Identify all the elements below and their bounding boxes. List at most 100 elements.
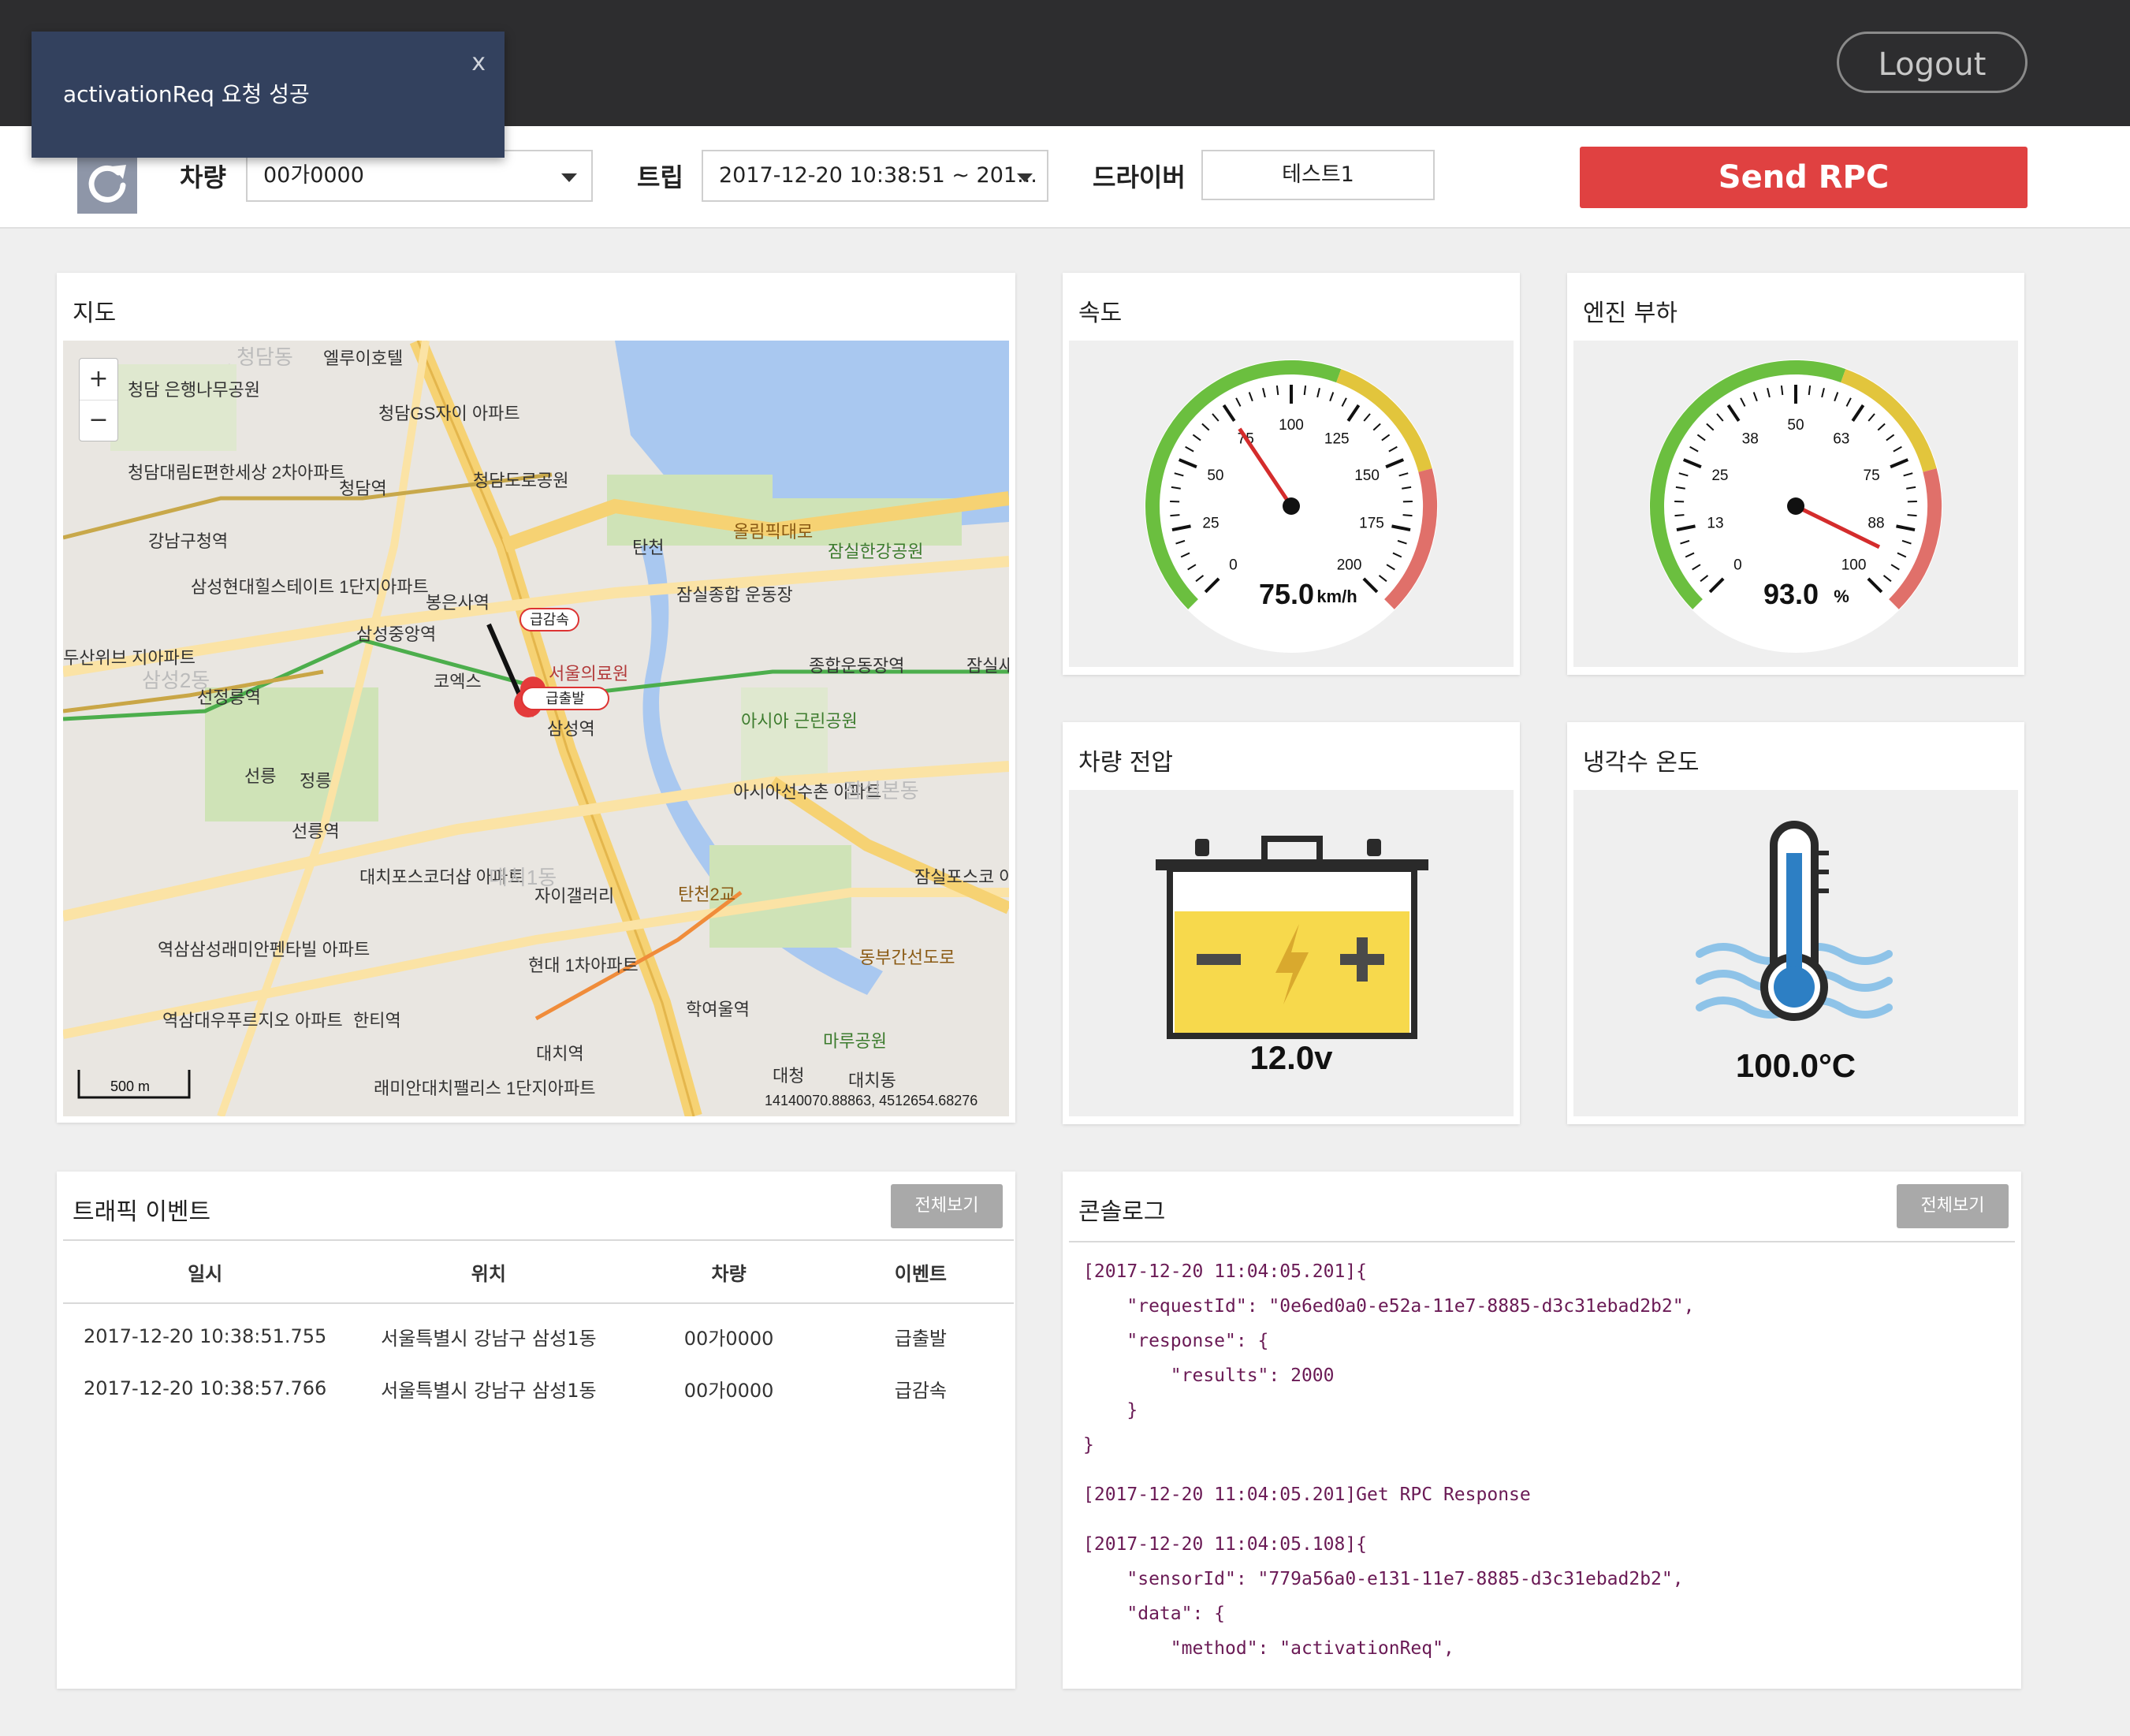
gauge-tick-label: 125 (1324, 431, 1350, 448)
svg-text:잠실새내: 잠실새내 (966, 656, 1009, 676)
cell-location: 서울특별시 강남구 삼성1동 (381, 1327, 597, 1350)
svg-text:대치1동: 대치1동 (489, 866, 557, 889)
svg-text:정릉: 정릉 (300, 771, 331, 791)
refresh-button[interactable] (77, 154, 137, 214)
svg-text:탄천2교: 탄천2교 (678, 885, 735, 904)
gauge-tick-label: 100 (1279, 417, 1304, 434)
zoom-control: + − (79, 358, 118, 441)
voltage-panel-title: 차량 전압 (1078, 749, 1173, 777)
divider (1069, 1241, 2015, 1242)
cell-vehicle: 00가0000 (683, 1327, 774, 1350)
cell-event: 급출발 (894, 1327, 948, 1350)
vehicle-label: 차량 (180, 162, 226, 192)
engine-load-panel-title: 엔진 부하 (1583, 300, 1678, 327)
traffic-panel-title: 트래픽 이벤트 (73, 1198, 211, 1226)
svg-text:청담GS자이 아파트: 청담GS자이 아파트 (378, 404, 520, 423)
gauge-hub (1787, 497, 1804, 515)
coolant-value: 100.0°C (1735, 1047, 1856, 1084)
svg-text:탄천: 탄천 (632, 538, 664, 557)
vehicle-select-value: 00가0000 (263, 163, 364, 188)
gauge-tick-label: 63 (1833, 431, 1849, 448)
gauge-unit: km/h (1316, 587, 1357, 606)
gauge-tick-label: 200 (1337, 557, 1362, 574)
table-row[interactable]: 2017-12-20 10:38:57.766 서울특별시 강남구 삼성1동 0… (63, 1362, 1014, 1414)
svg-text:동부간선도로: 동부간선도로 (859, 948, 955, 967)
map-view[interactable]: 급감속 급출발 청담동 엘루이호텔 청담 은행나무공원 청담GS자이 아파트 청… (63, 341, 1009, 1116)
map-canvas: 급감속 급출발 청담동 엘루이호텔 청담 은행나무공원 청담GS자이 아파트 청… (63, 341, 1009, 1116)
driver-field[interactable]: 테스트1 (1201, 150, 1435, 200)
map-scale-label: 500 m (110, 1078, 150, 1094)
svg-text:잠실포스코 아파트: 잠실포스코 아파트 (914, 867, 1009, 887)
gauge-tick-label: 100 (1841, 557, 1867, 574)
zoom-in-button[interactable]: + (80, 359, 117, 400)
engine-load-panel: 엔진 부하 0 13 25 38 50 63 75 88 100 93.0% (1567, 273, 2024, 675)
map-panel-title: 지도 (73, 300, 117, 327)
svg-text:선릉역: 선릉역 (292, 821, 340, 841)
zoom-out-button[interactable]: − (80, 400, 117, 440)
voltage-panel: 차량 전압 12.0v (1063, 722, 1520, 1124)
map-panel: 지도 급감속 급출발 청담동 엘루이호텔 청담 은행나무공원 청담GS자이 아파… (57, 273, 1015, 1123)
console-line: [2017-12-20 11:04:05.201]{ (1083, 1261, 1368, 1282)
svg-text:삼성중앙역: 삼성중앙역 (356, 624, 436, 644)
svg-text:대치역: 대치역 (536, 1044, 584, 1064)
gauge-value: 75.0 (1259, 578, 1314, 610)
column-header-event: 이벤트 (827, 1239, 1014, 1304)
coolant-panel-title: 냉각수 온도 (1583, 749, 1700, 777)
svg-text:두산위브 지아파트: 두산위브 지아파트 (63, 648, 195, 668)
svg-text:청담 은행나무공원: 청담 은행나무공원 (128, 380, 260, 400)
trip-select[interactable]: 2017-12-20 10:38:51 ~ 201... (702, 150, 1048, 202)
svg-text:엘루이호텔: 엘루이호텔 (323, 348, 403, 368)
console-line: "method": "activationReq", (1083, 1638, 1454, 1659)
svg-text:대치동: 대치동 (848, 1071, 896, 1090)
gauge-tick-label: 25 (1202, 515, 1219, 531)
speed-panel-title: 속도 (1078, 300, 1123, 327)
gauge-tick (1275, 385, 1279, 396)
svg-text:선릉: 선릉 (244, 766, 276, 786)
svg-text:서울의료원: 서울의료원 (549, 664, 628, 684)
trip-select-value: 2017-12-20 10:38:51 ~ 201... (719, 163, 1037, 188)
gauge-tick-label: 88 (1867, 515, 1884, 531)
gauge-tick-label: 150 (1354, 468, 1380, 484)
console-view-all-button[interactable]: 전체보기 (1897, 1184, 2009, 1228)
gauge-tick (1674, 514, 1685, 517)
console-line: [2017-12-20 11:04:05.108]{ (1083, 1534, 1368, 1555)
svg-text:현대 1차아파트: 현대 1차아파트 (528, 956, 639, 975)
send-rpc-button[interactable]: Send RPC (1580, 147, 2028, 208)
gauge-hub (1283, 497, 1300, 515)
voltage-area: 12.0v (1069, 790, 1514, 1116)
svg-text:청담대림E편한세상 2차아파트: 청담대림E편한세상 2차아파트 (128, 463, 345, 482)
gauge-unit: % (1834, 587, 1849, 606)
logout-button[interactable]: Logout (1837, 32, 2028, 93)
gauge-value: 93.0 (1763, 578, 1819, 610)
gauge-tick (1402, 514, 1413, 517)
traffic-view-all-button[interactable]: 전체보기 (891, 1184, 1003, 1228)
gauge-tick-label: 75 (1864, 468, 1880, 484)
svg-text:청담역: 청담역 (339, 479, 387, 498)
svg-text:삼성역: 삼성역 (547, 719, 595, 739)
console-line: } (1083, 1435, 1094, 1455)
gauge-tick-label: 0 (1733, 557, 1742, 574)
console-line: "data": { (1083, 1604, 1226, 1624)
gauge-tick-label: 25 (1711, 468, 1728, 484)
console-line: "response": { (1083, 1331, 1269, 1351)
gauge-tick (1170, 514, 1180, 517)
svg-text:잠실본동: 잠실본동 (843, 779, 919, 803)
table-row[interactable]: 2017-12-20 10:38:51.755 서울특별시 강남구 삼성1동 0… (63, 1310, 1014, 1362)
map-coordinates: 14140070.88863, 4512654.68276 (765, 1093, 977, 1108)
gauge-tick-label: 0 (1229, 557, 1238, 574)
svg-text:잠실종합 운동장: 잠실종합 운동장 (676, 585, 793, 605)
svg-text:역삼대우푸르지오 아파트: 역삼대우푸르지오 아파트 (162, 1011, 343, 1030)
cell-datetime: 2017-12-20 10:38:57.766 (83, 1377, 327, 1399)
event-label-accel: 급출발 (546, 691, 585, 706)
chevron-down-icon (1017, 173, 1033, 182)
toast-message: activationReq 요청 성공 (63, 81, 310, 107)
toast-close-button[interactable]: x (471, 49, 486, 76)
table-header-row: 일시 위치 차량 이벤트 (63, 1239, 1014, 1304)
refresh-icon (88, 165, 126, 203)
coolant-panel: 냉각수 온도 100.0°C (1567, 722, 2024, 1124)
console-line: "sensorId": "779a56a0-e131-11e7-8885-d3c… (1083, 1569, 1684, 1589)
svg-text:마루공원: 마루공원 (823, 1031, 887, 1051)
column-header-datetime: 일시 (63, 1239, 348, 1304)
svg-text:봉은사역: 봉은사역 (426, 593, 490, 613)
trip-label: 트립 (637, 162, 683, 192)
